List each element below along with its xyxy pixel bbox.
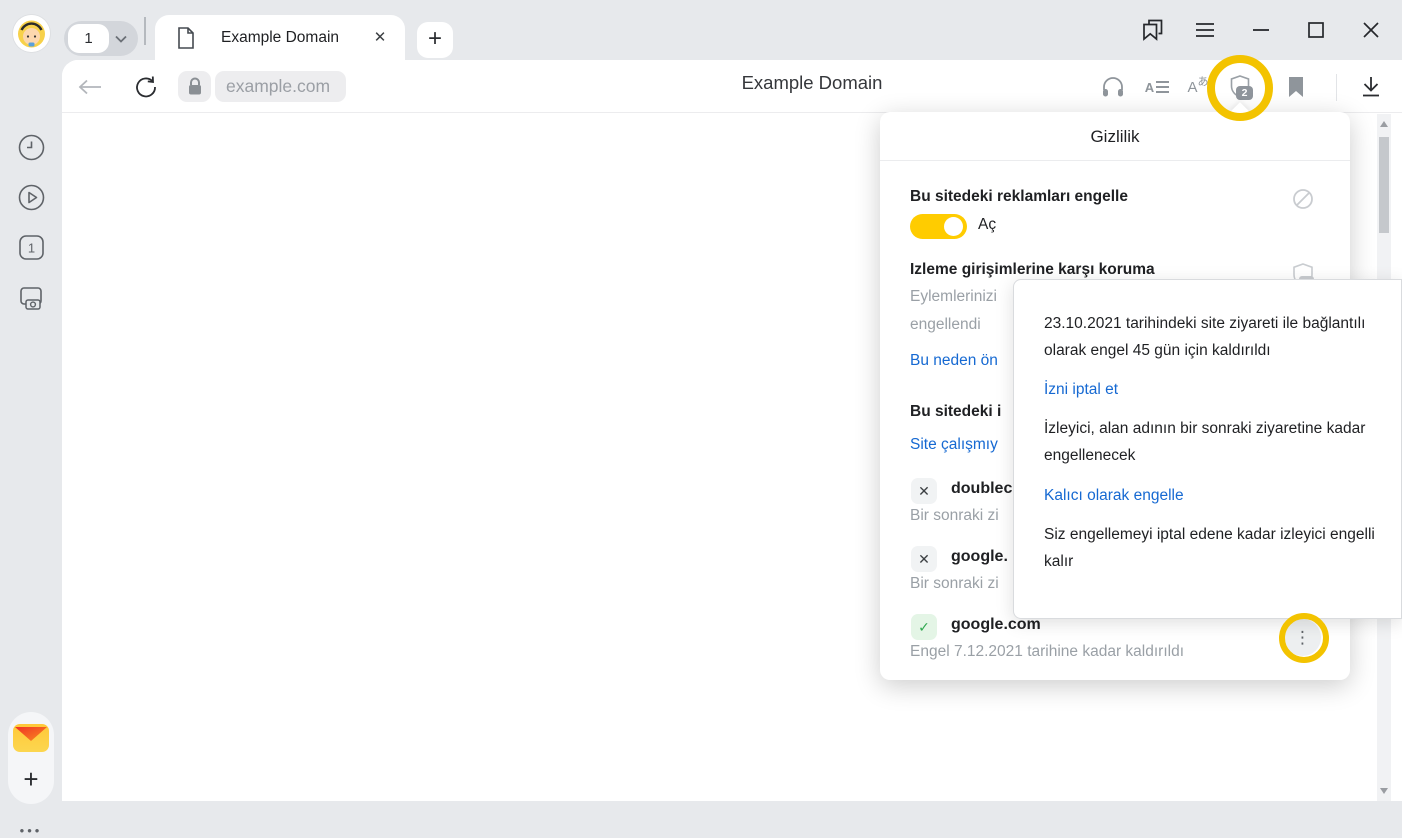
tracker-blocked-icon: ✕ (911, 546, 937, 572)
ads-section-title: Bu sitedeki reklamları engelle (910, 188, 1128, 206)
toolbar-divider (1336, 74, 1337, 101)
tracker-status: Bir sonraki zi (910, 575, 999, 593)
tracker-name: doublec (951, 480, 1012, 498)
ads-toggle[interactable] (910, 214, 967, 239)
mail-app-icon[interactable] (11, 718, 51, 758)
browser-top-bar: 1 Example Domain ✕ + (0, 0, 1402, 60)
lock-icon (187, 77, 203, 96)
reader-mode-icon[interactable]: A (1143, 73, 1171, 101)
tab-group-pill[interactable]: 1 (64, 21, 138, 56)
tab-title: Example Domain (155, 29, 405, 47)
sidebar-dock: + (8, 712, 54, 804)
scrollbar-down-arrow[interactable] (1380, 788, 1388, 794)
unblock-info-text: 23.10.2021 tarihindeki site ziyareti ile… (1044, 310, 1375, 364)
tracker-status: Engel 7.12.2021 tarihine kadar kaldırıld… (910, 643, 1184, 661)
tracking-description-line1: Eylemlerinizi (910, 288, 997, 306)
screenshot-icon[interactable] (14, 280, 48, 314)
address-bar[interactable]: example.com (215, 71, 346, 102)
block-until-next-visit-text: İzleyici, alan adının bir sonraki ziyare… (1044, 415, 1375, 469)
left-sidebar: 1 + • (0, 60, 62, 801)
revoke-permission-link[interactable]: İzni iptal et (1044, 376, 1375, 403)
svg-text:1: 1 (27, 240, 34, 255)
tab-close-icon[interactable]: ✕ (369, 27, 391, 49)
tracking-why-link[interactable]: Bu neden ön (910, 352, 998, 370)
media-play-icon[interactable] (14, 180, 48, 214)
toggle-state-label: Aç (978, 216, 996, 234)
site-not-working-link[interactable]: Site çalışmıy (910, 436, 998, 454)
tab-group-count[interactable]: 1 (68, 24, 109, 53)
highlight-ring-kebab (1279, 613, 1329, 663)
tracking-description-line2: engellendi (910, 316, 981, 334)
history-icon[interactable] (14, 130, 48, 164)
site-security-badge[interactable] (178, 71, 211, 102)
new-tab-button[interactable]: + (417, 22, 453, 58)
sidebar-more-icon[interactable]: ••• (0, 823, 62, 838)
profile-avatar[interactable] (13, 15, 50, 52)
active-tab[interactable]: Example Domain ✕ (155, 15, 405, 60)
back-button[interactable] (76, 73, 104, 101)
bookmark-flag-icon[interactable] (1282, 73, 1310, 101)
blocked-until-cancel-text: Siz engellemeyi iptal edene kadar izleyi… (1044, 521, 1375, 575)
tracker-status: Bir sonraki zi (910, 507, 999, 525)
side-panel-icon[interactable] (1133, 11, 1171, 49)
window-close-button[interactable] (1352, 11, 1390, 49)
avatar-illustration (13, 15, 50, 52)
block-permanently-link[interactable]: Kalıcı olarak engelle (1044, 482, 1375, 509)
menu-icon[interactable] (1186, 11, 1224, 49)
panel-title: Gizlilik (880, 112, 1350, 161)
tracker-name: google. (951, 548, 1008, 566)
scrollbar-thumb[interactable] (1379, 137, 1389, 233)
trackers-section-title: Bu sitedeki i (910, 403, 1001, 421)
highlight-ring-shield (1207, 55, 1273, 121)
tab-count-icon[interactable]: 1 (14, 230, 48, 264)
maximize-button[interactable] (1297, 11, 1335, 49)
dock-add-button[interactable]: + (8, 760, 54, 798)
minimize-button[interactable] (1242, 11, 1280, 49)
page-title: Example Domain (502, 72, 1122, 94)
address-toolbar: example.com Example Domain A A あ 2 (62, 60, 1402, 113)
tab-separator (144, 17, 146, 45)
tracking-section-title: Izleme girişimlerine karşı koruma (910, 261, 1155, 279)
tracker-blocked-icon: ✕ (911, 478, 937, 504)
chevron-down-icon[interactable] (115, 35, 127, 43)
scrollbar-up-arrow[interactable] (1380, 121, 1388, 127)
tracker-options-popover: 23.10.2021 tarihindeki site ziyareti ile… (1013, 279, 1402, 619)
tracker-allowed-icon: ✓ (911, 614, 937, 640)
blocked-circle-icon (1292, 188, 1314, 210)
toggle-knob (944, 217, 963, 236)
listen-headphones-icon[interactable] (1099, 73, 1127, 101)
reload-button[interactable] (132, 73, 160, 101)
download-icon[interactable] (1357, 73, 1385, 101)
